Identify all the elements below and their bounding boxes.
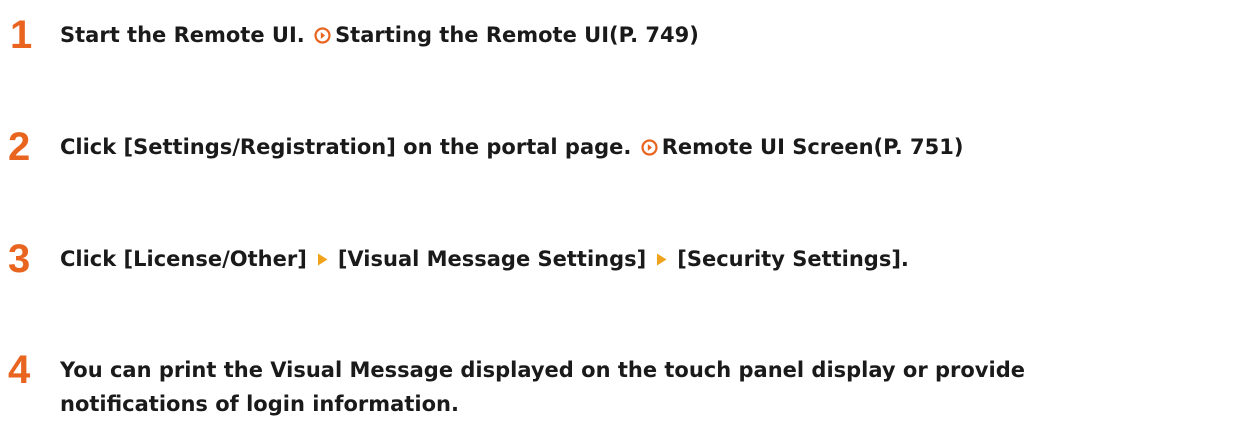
step-number: 3 bbox=[8, 237, 31, 281]
step-instruction: You can print the Visual Message display… bbox=[60, 358, 1025, 416]
triangle-right-icon bbox=[657, 253, 667, 266]
link-label: Starting the Remote UI(P. 749) bbox=[335, 23, 699, 47]
menu-path-item: [Security Settings]. bbox=[677, 247, 909, 271]
starting-remote-ui-link[interactable]: Starting the Remote UI(P. 749) bbox=[312, 23, 699, 47]
step-text: Click [Settings/Registration] on the por… bbox=[60, 130, 1220, 164]
menu-path-item: Click [License/Other] bbox=[60, 247, 307, 271]
circle-arrow-right-icon bbox=[641, 139, 658, 156]
step-text: Click [License/Other] [Visual Message Set… bbox=[60, 242, 1220, 276]
link-label: Remote UI Screen(P. 751) bbox=[661, 135, 964, 159]
circle-arrow-right-icon bbox=[314, 27, 331, 44]
step-text: Start the Remote UI. Starting the Remote… bbox=[60, 18, 1220, 52]
step-number: 2 bbox=[8, 125, 31, 169]
remote-ui-screen-link[interactable]: Remote UI Screen(P. 751) bbox=[639, 135, 964, 159]
triangle-right-icon bbox=[317, 253, 328, 266]
step-text: You can print the Visual Message display… bbox=[60, 353, 1170, 421]
step-instruction: Click [Settings/Registration] on the por… bbox=[60, 135, 632, 159]
step-instruction: Start the Remote UI. bbox=[60, 23, 305, 47]
step-number: 4 bbox=[8, 348, 31, 392]
menu-path-item: [Visual Message Settings] bbox=[337, 247, 647, 271]
